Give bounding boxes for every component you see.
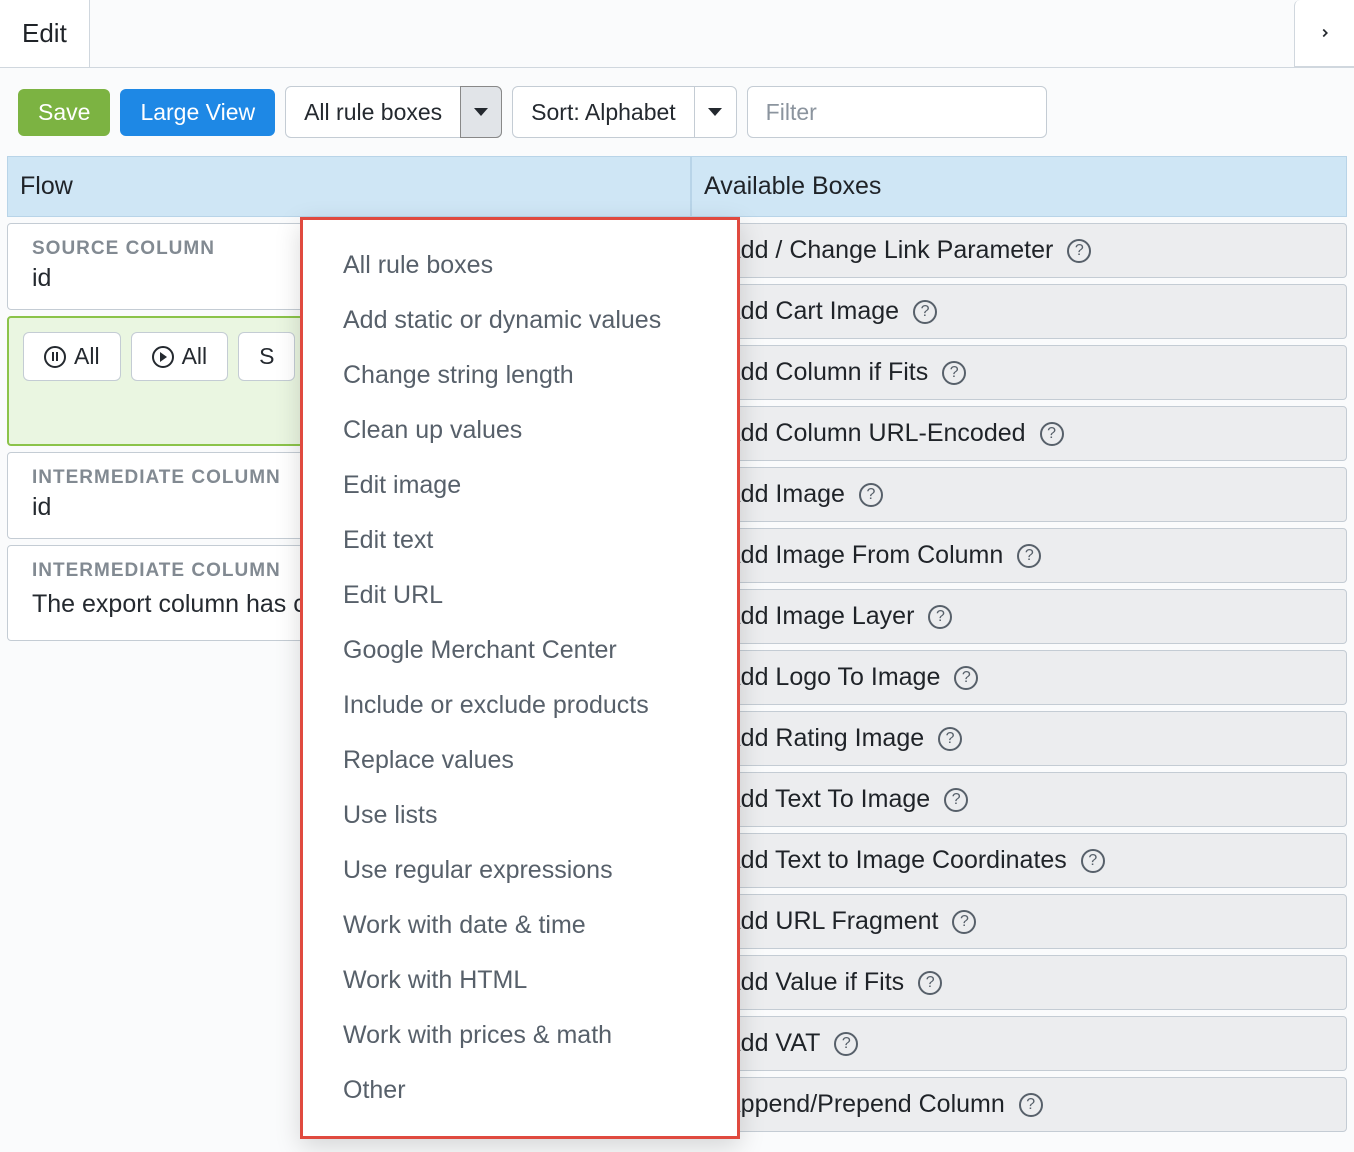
caret-down-icon <box>474 108 488 116</box>
edit-tab[interactable]: Edit <box>0 0 90 67</box>
dropdown-item[interactable]: Work with HTML <box>303 953 737 1008</box>
available-box-item[interactable]: Add Image? <box>684 467 1347 522</box>
sort-select-label[interactable]: Sort: Alphabet <box>513 87 694 137</box>
box-name: Add Text To Image <box>724 785 930 814</box>
help-icon[interactable]: ? <box>952 910 976 934</box>
available-box-item[interactable]: Add Cart Image? <box>684 284 1347 339</box>
box-name: Add URL Fragment <box>724 907 938 936</box>
help-icon[interactable]: ? <box>928 605 952 629</box>
dropdown-item[interactable]: All rule boxes <box>303 238 737 293</box>
help-icon[interactable]: ? <box>918 971 942 995</box>
available-box-item[interactable]: Add Text to Image Coordinates? <box>684 833 1347 888</box>
filter-input[interactable] <box>747 86 1047 138</box>
column-headers: Flow Available Boxes <box>0 156 1354 217</box>
dropdown-item[interactable]: Edit text <box>303 513 737 568</box>
top-bar: Edit <box>0 0 1354 68</box>
available-box-item[interactable]: Add Value if Fits? <box>684 955 1347 1010</box>
box-name: Add Cart Image <box>724 297 899 326</box>
dropdown-item[interactable]: Change string length <box>303 348 737 403</box>
dropdown-item[interactable]: Replace values <box>303 733 737 788</box>
expand-button[interactable] <box>1294 0 1354 67</box>
available-box-item[interactable]: Add VAT? <box>684 1016 1347 1071</box>
help-icon[interactable]: ? <box>1067 239 1091 263</box>
large-view-button[interactable]: Large View <box>120 89 275 136</box>
help-icon[interactable]: ? <box>1081 849 1105 873</box>
box-name: Add Image <box>724 480 845 509</box>
sort-select[interactable]: Sort: Alphabet <box>512 86 737 138</box>
available-box-item[interactable]: Add Logo To Image? <box>684 650 1347 705</box>
rule-boxes-dropdown[interactable]: All rule boxesAdd static or dynamic valu… <box>300 217 740 1139</box>
dropdown-item[interactable]: Include or exclude products <box>303 678 737 733</box>
available-boxes-header: Available Boxes <box>691 156 1347 217</box>
pause-all-label: All <box>74 343 100 370</box>
help-icon[interactable]: ? <box>942 361 966 385</box>
available-box-item[interactable]: Add Image Layer? <box>684 589 1347 644</box>
available-box-item[interactable]: Add Rating Image? <box>684 711 1347 766</box>
help-icon[interactable]: ? <box>1019 1093 1043 1117</box>
s-label: S <box>259 343 274 370</box>
flow-header: Flow <box>7 156 691 217</box>
help-icon[interactable]: ? <box>1017 544 1041 568</box>
rule-boxes-select[interactable]: All rule boxes <box>285 86 502 138</box>
dropdown-item[interactable]: Work with date & time <box>303 898 737 953</box>
box-name: Append/Prepend Column <box>724 1090 1005 1119</box>
available-box-item[interactable]: Add Text To Image? <box>684 772 1347 827</box>
available-box-item[interactable]: Add URL Fragment? <box>684 894 1347 949</box>
content-area: SOURCE COLUMN id All All S Drop INTERMED <box>0 217 1354 1138</box>
box-name: Add Column if Fits <box>724 358 928 387</box>
chevron-right-icon <box>1318 26 1332 40</box>
dropdown-item[interactable]: Clean up values <box>303 403 737 458</box>
box-name: Add Column URL-Encoded <box>724 419 1026 448</box>
help-icon[interactable]: ? <box>944 788 968 812</box>
available-box-item[interactable]: Add Column if Fits? <box>684 345 1347 400</box>
rule-boxes-select-label[interactable]: All rule boxes <box>286 87 460 137</box>
help-icon[interactable]: ? <box>1040 422 1064 446</box>
box-name: Add / Change Link Parameter <box>724 236 1053 265</box>
s-button[interactable]: S <box>238 332 295 381</box>
rule-boxes-select-caret[interactable] <box>460 86 502 138</box>
dropdown-item[interactable]: Use lists <box>303 788 737 843</box>
available-box-item[interactable]: Add Image From Column? <box>684 528 1347 583</box>
dropdown-item[interactable]: Google Merchant Center <box>303 623 737 678</box>
dropdown-item[interactable]: Other <box>303 1063 737 1118</box>
pause-all-button[interactable]: All <box>23 332 121 381</box>
play-icon <box>152 346 174 368</box>
toolbar: Save Large View All rule boxes Sort: Alp… <box>0 68 1354 156</box>
available-box-item[interactable]: Add Column URL-Encoded? <box>684 406 1347 461</box>
dropdown-item[interactable]: Work with prices & math <box>303 1008 737 1063</box>
dropdown-item[interactable]: Add static or dynamic values <box>303 293 737 348</box>
dropdown-item[interactable]: Edit image <box>303 458 737 513</box>
pause-icon <box>44 346 66 368</box>
box-name: Add Image From Column <box>724 541 1003 570</box>
box-name: Add Rating Image <box>724 724 924 753</box>
play-all-label: All <box>182 343 208 370</box>
help-icon[interactable]: ? <box>834 1032 858 1056</box>
save-button[interactable]: Save <box>18 89 110 136</box>
available-box-item[interactable]: Append/Prepend Column? <box>684 1077 1347 1132</box>
play-all-button[interactable]: All <box>131 332 229 381</box>
help-icon[interactable]: ? <box>954 666 978 690</box>
dropdown-item[interactable]: Use regular expressions <box>303 843 737 898</box>
help-icon[interactable]: ? <box>859 483 883 507</box>
sort-select-caret[interactable] <box>694 87 736 137</box>
caret-down-icon <box>708 108 722 116</box>
help-icon[interactable]: ? <box>938 727 962 751</box>
box-name: Add Image Layer <box>724 602 914 631</box>
available-box-item[interactable]: Add / Change Link Parameter? <box>684 223 1347 278</box>
dropdown-item[interactable]: Edit URL <box>303 568 737 623</box>
help-icon[interactable]: ? <box>913 300 937 324</box>
box-name: Add Value if Fits <box>724 968 904 997</box>
box-name: Add Logo To Image <box>724 663 940 692</box>
box-name: Add Text to Image Coordinates <box>724 846 1067 875</box>
available-boxes-column: Add / Change Link Parameter?Add Cart Ima… <box>684 217 1354 1138</box>
box-list: Add / Change Link Parameter?Add Cart Ima… <box>684 223 1347 1132</box>
